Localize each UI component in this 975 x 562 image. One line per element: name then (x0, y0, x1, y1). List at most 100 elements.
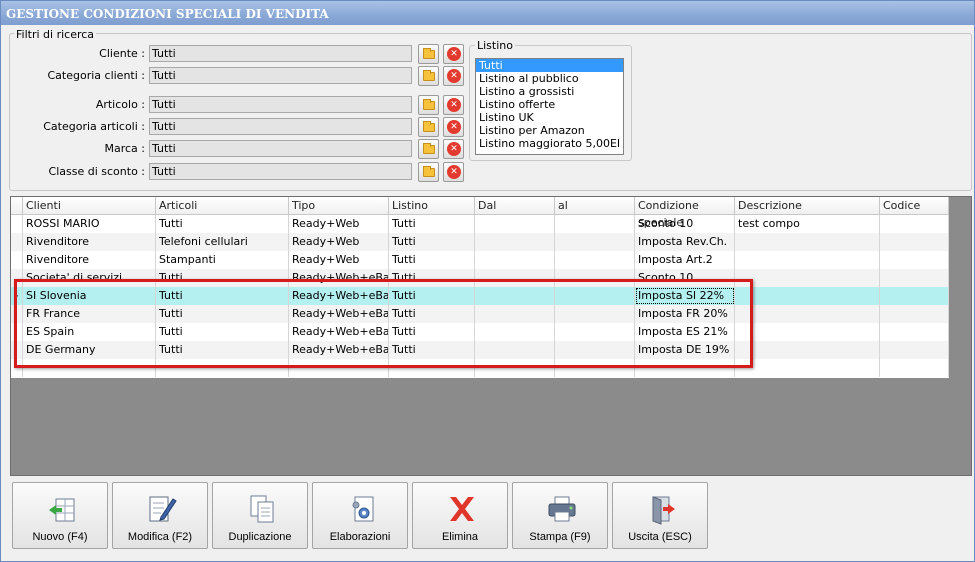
cell-condizione-speciale[interactable]: Sconto 10 (635, 215, 735, 233)
cell-tipo[interactable]: Ready+Web (289, 233, 389, 251)
table-row[interactable]: ROSSI MARIO Tutti Ready+Web Tutti Sconto 10 t… (11, 215, 949, 233)
listino-item[interactable]: Listino al pubblico (476, 72, 623, 85)
cell-al[interactable] (555, 233, 635, 251)
duplicazione-button[interactable]: Duplicazione (212, 482, 308, 549)
cell-codice[interactable] (880, 269, 949, 287)
cell-clienti[interactable]: Rivenditore (23, 251, 156, 269)
categoria-clienti-clear-button[interactable]: ✕ (443, 66, 464, 86)
cell-descrizione[interactable] (735, 323, 880, 341)
cell-descrizione[interactable] (735, 233, 880, 251)
cliente-field[interactable]: Tutti (149, 45, 412, 62)
column-header-clienti[interactable]: Clienti (23, 197, 156, 215)
categoria-articoli-browse-button[interactable] (418, 117, 439, 137)
cell-codice[interactable] (880, 233, 949, 251)
cell-clienti[interactable]: Rivenditore (23, 233, 156, 251)
cell-listino[interactable]: Tutti (389, 251, 475, 269)
articolo-browse-button[interactable] (418, 95, 439, 115)
clear-icon: ✕ (447, 69, 461, 83)
column-header-al[interactable]: al (555, 197, 635, 215)
classe-sconto-clear-button[interactable]: ✕ (443, 162, 464, 182)
row-indicator[interactable] (11, 233, 23, 251)
cliente-browse-button[interactable] (418, 44, 439, 64)
nuovo-button[interactable]: Nuovo (F4) (12, 482, 108, 549)
categoria-clienti-label: Categoria clienti : (47, 69, 145, 82)
cell-articoli[interactable]: Telefoni cellulari (156, 233, 289, 251)
cell-condizione-speciale[interactable]: Imposta Rev.Ch. (635, 233, 735, 251)
cell-al[interactable] (555, 251, 635, 269)
marca-clear-button[interactable]: ✕ (443, 139, 464, 159)
classe-sconto-browse-button[interactable] (418, 162, 439, 182)
cell-articoli[interactable]: Tutti (156, 215, 289, 233)
elaborazioni-button[interactable]: Elaborazioni (312, 482, 408, 549)
row-indicator[interactable] (11, 251, 23, 269)
folder-icon (423, 121, 435, 132)
cell-dal[interactable] (475, 233, 555, 251)
cell-descrizione[interactable]: test compo (735, 215, 880, 233)
uscita-button[interactable]: Uscita (ESC) (612, 482, 708, 549)
listino-item[interactable]: Listino per Amazon (476, 124, 623, 137)
cliente-clear-button[interactable]: ✕ (443, 44, 464, 64)
column-header-articoli[interactable]: Articoli (156, 197, 289, 215)
cell-tipo[interactable]: Ready+Web (289, 215, 389, 233)
cell-codice[interactable] (880, 341, 949, 359)
stampa-button[interactable]: Stampa (F9) (512, 482, 608, 549)
cell-codice[interactable] (880, 287, 949, 305)
cell-articoli[interactable]: Stampanti (156, 251, 289, 269)
categoria-articoli-field[interactable]: Tutti (149, 118, 412, 135)
title-bar: GESTIONE CONDIZIONI SPECIALI DI VENDITA (1, 1, 974, 25)
cell-clienti[interactable]: ROSSI MARIO (23, 215, 156, 233)
folder-icon (423, 166, 435, 177)
articolo-clear-button[interactable]: ✕ (443, 95, 464, 115)
column-header-listino[interactable]: Listino (389, 197, 475, 215)
new-row-icon (49, 498, 75, 522)
cell-descrizione[interactable] (735, 287, 880, 305)
cell-codice[interactable] (880, 359, 949, 377)
listino-listbox[interactable]: Tutti Listino al pubblico Listino a gros… (475, 58, 624, 155)
cell-condizione-speciale[interactable]: Imposta Art.2 (635, 251, 735, 269)
modifica-button[interactable]: Modifica (F2) (112, 482, 208, 549)
highlight-annotation (14, 279, 753, 368)
column-header-dal[interactable]: Dal (475, 197, 555, 215)
articolo-field[interactable]: Tutti (149, 96, 412, 113)
column-header-condizione-speciale[interactable]: Condizione speciale (635, 197, 735, 229)
cell-dal[interactable] (475, 215, 555, 233)
marca-browse-button[interactable] (418, 139, 439, 159)
column-header-tipo[interactable]: Tipo (289, 197, 389, 215)
column-header-descrizione[interactable]: Descrizione (735, 197, 880, 215)
listino-item[interactable]: Listino UK (476, 111, 623, 124)
clear-icon: ✕ (447, 142, 461, 156)
cell-descrizione[interactable] (735, 359, 880, 377)
clear-icon: ✕ (447, 47, 461, 61)
cliente-label: Cliente : (99, 47, 145, 60)
articolo-label: Articolo : (95, 98, 145, 111)
cell-descrizione[interactable] (735, 269, 880, 287)
cell-al[interactable] (555, 215, 635, 233)
marca-field[interactable]: Tutti (149, 140, 412, 157)
edit-icon (149, 496, 177, 522)
table-row[interactable]: Rivenditore Telefoni cellulari Ready+Web Tu… (11, 233, 949, 251)
classe-sconto-field[interactable]: Tutti (149, 163, 412, 180)
row-indicator[interactable] (11, 215, 23, 233)
elimina-button[interactable]: Elimina (412, 482, 508, 549)
table-row[interactable]: Rivenditore Stampanti Ready+Web Tutti Impost… (11, 251, 949, 269)
column-header-codice[interactable]: Codice (880, 197, 949, 215)
listino-item[interactable]: Listino offerte (476, 98, 623, 111)
cell-listino[interactable]: Tutti (389, 233, 475, 251)
categoria-clienti-field[interactable]: Tutti (149, 67, 412, 84)
categoria-articoli-clear-button[interactable]: ✕ (443, 117, 464, 137)
cell-tipo[interactable]: Ready+Web (289, 251, 389, 269)
cell-descrizione[interactable] (735, 341, 880, 359)
listino-item[interactable]: Listino maggiorato 5,00EI (476, 137, 623, 150)
listino-item[interactable]: Tutti (476, 59, 623, 72)
cell-descrizione[interactable] (735, 251, 880, 269)
cell-codice[interactable] (880, 251, 949, 269)
cell-descrizione[interactable] (735, 305, 880, 323)
cell-dal[interactable] (475, 251, 555, 269)
cell-codice[interactable] (880, 323, 949, 341)
clear-icon: ✕ (447, 165, 461, 179)
cell-listino[interactable]: Tutti (389, 215, 475, 233)
listino-item[interactable]: Listino a grossisti (476, 85, 623, 98)
categoria-clienti-browse-button[interactable] (418, 66, 439, 86)
cell-codice[interactable] (880, 215, 949, 233)
cell-codice[interactable] (880, 305, 949, 323)
